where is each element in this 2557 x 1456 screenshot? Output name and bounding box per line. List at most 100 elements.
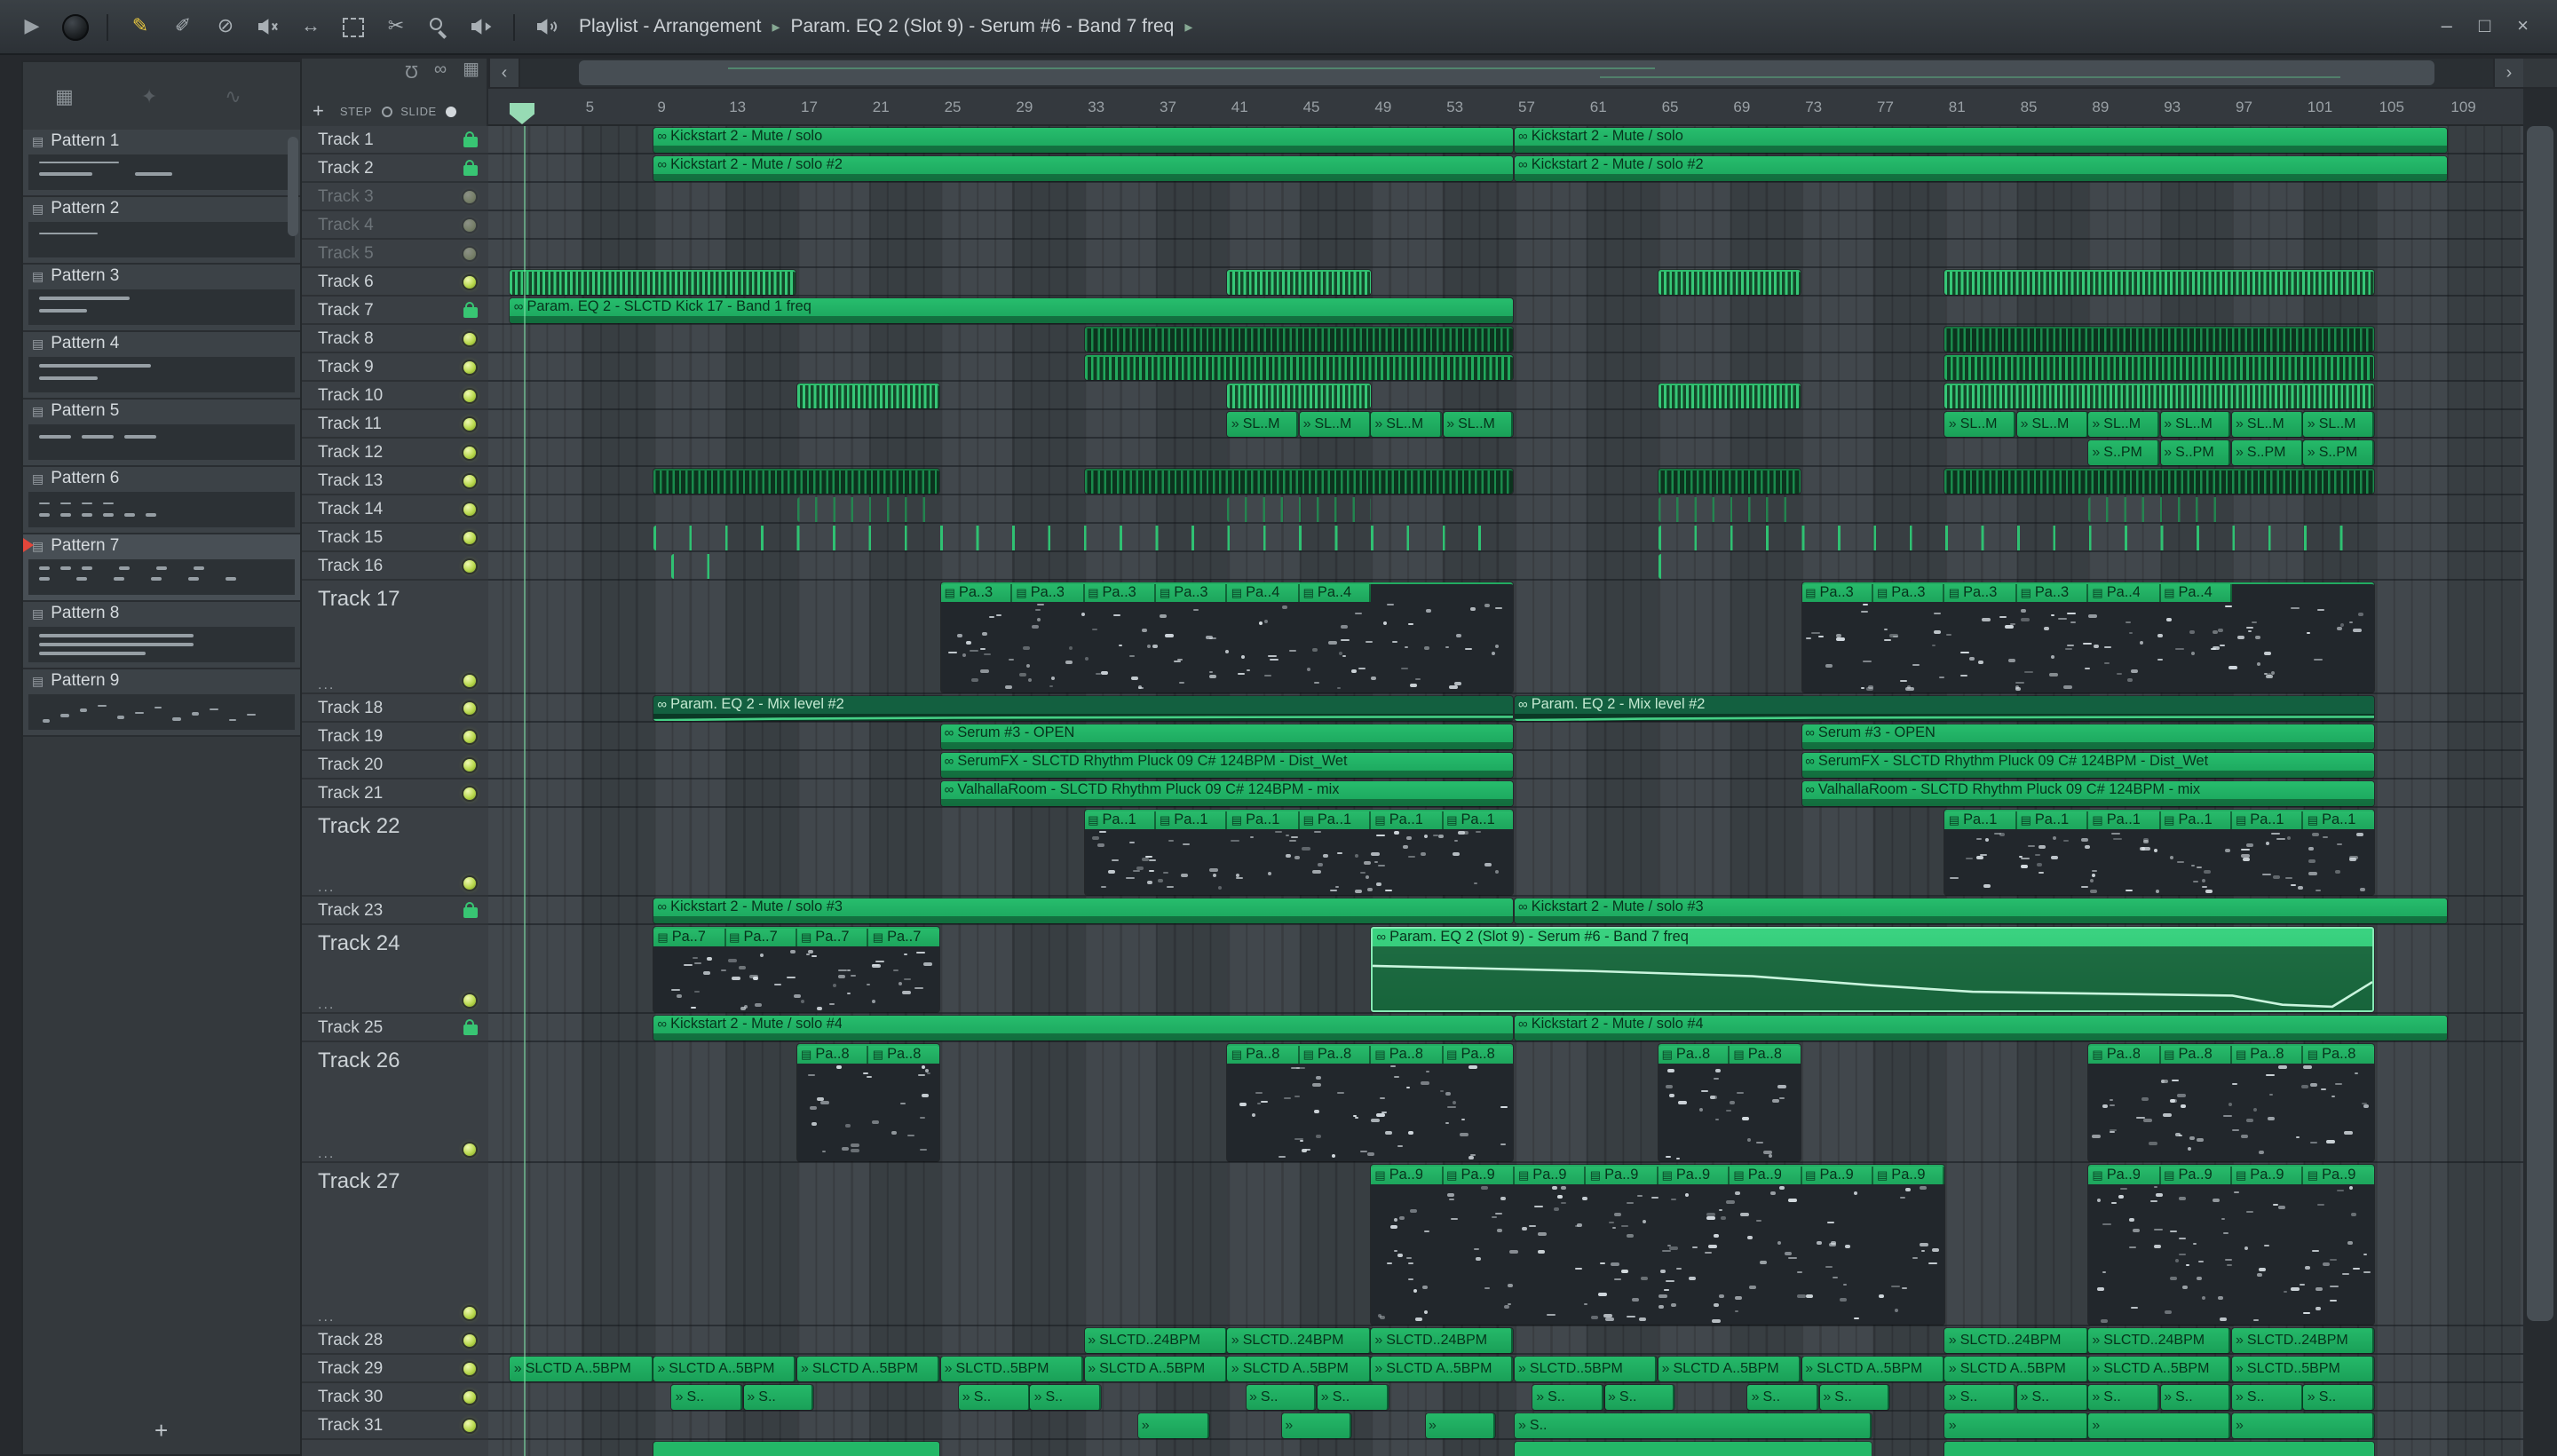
automation-clip[interactable]: ∞ Kickstart 2 - Mute / solo #2 <box>653 155 1514 181</box>
marker-clip[interactable]: » S..PM <box>2160 439 2231 465</box>
track-header[interactable]: Track 11 <box>302 410 488 439</box>
automation-clip[interactable]: ∞ Param. EQ 2 - SLCTD Kick 17 - Band 1 fr… <box>510 297 1514 323</box>
track-header[interactable]: Track 19 <box>302 723 488 751</box>
marker-clip[interactable]: » <box>1425 1412 1496 1438</box>
marker-clip[interactable]: » SL..M <box>2016 411 2088 437</box>
marker-clip[interactable]: » SLCTD A..5BPM <box>1371 1356 1514 1381</box>
track-header[interactable]: Track 10 <box>302 382 488 410</box>
track-enable-led[interactable] <box>463 332 476 344</box>
audio-clip[interactable] <box>1658 383 1801 408</box>
audio-clip[interactable] <box>797 383 940 408</box>
pattern-clip[interactable] <box>1944 1441 2375 1456</box>
audio-clip[interactable] <box>1944 326 2375 352</box>
marker-clip[interactable]: » <box>1281 1412 1352 1438</box>
pattern-item[interactable]: ▤ Pattern 9 <box>23 669 300 737</box>
marker-clip[interactable]: » SLCTD..24BPM <box>1371 1327 1514 1353</box>
track-enable-led[interactable] <box>463 559 476 572</box>
track-header[interactable]: Track 23 <box>302 897 488 925</box>
select-tool-icon[interactable] <box>336 9 371 44</box>
marker-clip[interactable]: » SLCTD..24BPM <box>2232 1327 2375 1353</box>
marker-clip[interactable]: » SL..M <box>2160 411 2231 437</box>
pattern-item[interactable]: ▤ Pattern 6 <box>23 467 300 534</box>
track-enable-led[interactable] <box>463 675 476 687</box>
track-header[interactable]: Track 28 <box>302 1326 488 1355</box>
track-enable-led[interactable] <box>463 474 476 487</box>
automation-clip[interactable]: ∞ Kickstart 2 - Mute / solo #3 <box>1515 898 2447 923</box>
marker-clip[interactable]: » S.. <box>1515 1412 1872 1438</box>
marker-clip[interactable]: » SLCTD A..5BPM <box>1944 1356 2088 1381</box>
pattern-clip[interactable]: ▤ Pa..1 ▤ Pa..1 ▤ Pa..1 ▤ Pa..1 ▤ Pa..1 ▤ Pa..1 <box>1944 809 2375 895</box>
marker-clip[interactable]: » S.. <box>1246 1384 1317 1410</box>
minimize-button[interactable]: – <box>2442 16 2452 37</box>
audio-clip[interactable] <box>1084 326 1514 352</box>
track-header[interactable]: Track 27... <box>302 1163 488 1326</box>
timeline-ruler[interactable]: 5 9 13 17 21 25 29 33 37 41 45 49 53 57 61 65 69 73 77 81 85… <box>488 89 2523 126</box>
track-enable-led[interactable] <box>463 417 476 430</box>
marker-clip[interactable]: » S.. <box>743 1384 814 1410</box>
pattern-item[interactable]: ▤ Pattern 1 <box>23 130 300 197</box>
marker-clip[interactable]: » S.. <box>1747 1384 1819 1410</box>
track-header[interactable]: Track 21 <box>302 779 488 808</box>
track-enable-led[interactable] <box>463 247 476 259</box>
marker-clip[interactable]: » <box>1944 1412 2088 1438</box>
marker-clip[interactable]: » S.. <box>1030 1384 1102 1410</box>
wave-icon[interactable]: ∿ <box>225 84 241 107</box>
pattern-item[interactable]: ▤ Pattern 5 <box>23 400 300 467</box>
step-toggle[interactable] <box>381 107 392 117</box>
breadcrumb-playlist[interactable]: Playlist - Arrangement <box>579 16 761 37</box>
play-icon[interactable]: ▶ <box>14 9 50 44</box>
track-enable-led[interactable] <box>463 994 476 1007</box>
pattern-clip[interactable]: ▤ Pa..9 ▤ Pa..9 ▤ Pa..9 ▤ Pa..9 ▤ Pa..9 ▤ Pa..9 ▤ Pa.… <box>1371 1164 1944 1325</box>
add-pattern-button[interactable]: + <box>154 1417 168 1444</box>
track-header[interactable]: Track 5 <box>302 240 488 268</box>
marker-clip[interactable]: » S.. <box>1532 1384 1603 1410</box>
add-track-button[interactable]: + <box>313 101 324 123</box>
marker-clip[interactable]: » SLCTD A..5BPM <box>797 1356 940 1381</box>
star-icon[interactable]: ✦ <box>141 84 157 107</box>
track-header[interactable]: Track 4 <box>302 211 488 240</box>
breadcrumb-target-clip[interactable]: Param. EQ 2 (Slot 9) - Serum #6 - Band 7… <box>791 16 1175 37</box>
automation-clip[interactable]: ∞ Serum #3 - OPEN <box>940 724 1514 749</box>
track-header[interactable]: Track 17... <box>302 581 488 694</box>
hscroll-right-button[interactable]: › <box>2495 59 2523 87</box>
paint-tool-icon[interactable]: ✐ <box>165 9 201 44</box>
audio-clip[interactable] <box>1084 468 1514 494</box>
automation-clip[interactable]: ∞ Kickstart 2 - Mute / solo <box>653 127 1514 153</box>
track-enable-led[interactable] <box>463 1362 476 1374</box>
picker-grid-icon[interactable]: ▦ <box>55 84 74 107</box>
track-header[interactable]: Track 30 <box>302 1383 488 1412</box>
track-header[interactable]: Track 14 <box>302 495 488 524</box>
playhead-marker[interactable] <box>510 103 534 124</box>
track-header[interactable]: Track 6 <box>302 268 488 297</box>
marker-clip[interactable]: » SLCTD..24BPM <box>1227 1327 1371 1353</box>
marker-clip[interactable]: » S.. <box>2088 1384 2159 1410</box>
audio-clip[interactable] <box>2088 496 2231 522</box>
slice-tool-icon[interactable]: ✂ <box>378 9 414 44</box>
playlist-grid[interactable]: ∞ Kickstart 2 - Mute / solo ∞ Kickstart 2 -… <box>488 126 2523 1456</box>
track-header[interactable]: Track 9 <box>302 353 488 382</box>
automation-clip[interactable]: ∞ Param. EQ 2 - Mix level #2 <box>653 695 1514 721</box>
track-enable-led[interactable] <box>463 877 476 890</box>
track-header[interactable]: Track 3 <box>302 183 488 211</box>
selected-automation-clip[interactable]: ∞ Param. EQ 2 (Slot 9) - Serum #6 - Band … <box>1371 926 2375 1012</box>
horizontal-scrollbar-thumb[interactable] <box>579 60 2434 85</box>
audio-clip[interactable] <box>1227 496 1371 522</box>
audio-clip[interactable] <box>1944 383 2375 408</box>
marker-clip[interactable]: » SLCTD..5BPM <box>1515 1356 1658 1381</box>
marker-clip[interactable]: » SL..M <box>2303 411 2375 437</box>
marker-clip[interactable]: » S.. <box>2160 1384 2231 1410</box>
audio-clip[interactable] <box>1944 269 2375 295</box>
marker-clip[interactable]: » S.. <box>1604 1384 1675 1410</box>
marker-clip[interactable]: » S..PM <box>2232 439 2303 465</box>
track-header[interactable]: Track 16 <box>302 552 488 581</box>
fl-logo[interactable] <box>57 9 92 44</box>
zoom-tool-icon[interactable] <box>421 9 456 44</box>
pattern-clip[interactable]: ▤ Pa..3 ▤ Pa..3 ▤ Pa..3 ▤ Pa..3 ▤ Pa..4 ▤ Pa..4 <box>940 582 1514 692</box>
track-header[interactable]: Track 2 <box>302 154 488 183</box>
pattern-clip[interactable]: ▤ Pa..8 ▤ Pa..8 ▤ Pa..8 ▤ Pa..8 <box>2088 1043 2375 1161</box>
track-header[interactable]: Track 22... <box>302 808 488 897</box>
track-enable-led[interactable] <box>463 1333 476 1346</box>
marker-clip[interactable]: » SL..M <box>1227 411 1299 437</box>
vertical-scrollbar[interactable] <box>2523 89 2557 1456</box>
marker-clip[interactable]: » S.. <box>2016 1384 2088 1410</box>
